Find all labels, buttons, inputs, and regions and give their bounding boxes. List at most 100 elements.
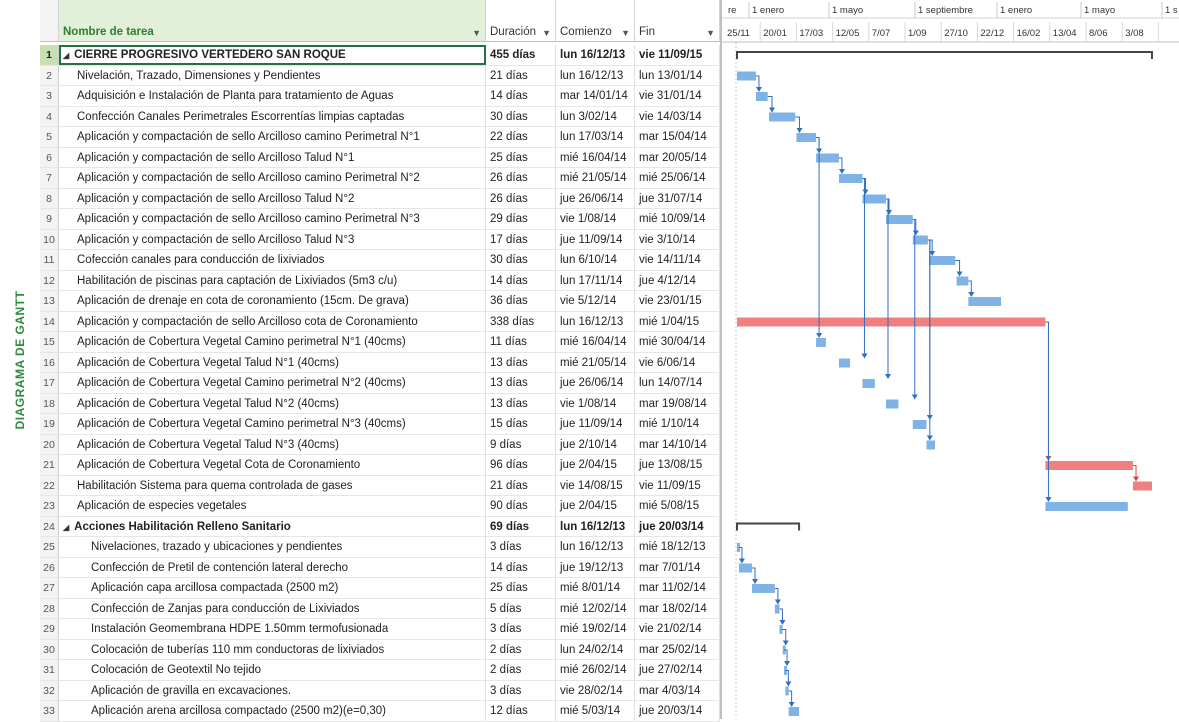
task-finish-cell[interactable]: mié 18/12/13 [635,537,720,557]
row-number[interactable]: 3 [40,86,59,106]
task-name-cell[interactable]: Confección Canales Perimetrales Escorren… [59,106,486,126]
task-duration-cell[interactable]: 22 días [486,127,556,147]
task-name-cell[interactable]: Adquisición e Instalación de Planta para… [59,86,486,106]
task-finish-cell[interactable]: mié 30/04/14 [635,332,720,352]
task-row[interactable]: 27 Aplicación capa arcillosa compactada (… [40,578,720,599]
task-finish-cell[interactable]: mar 25/02/14 [635,639,720,659]
row-number[interactable]: 26 [40,557,59,577]
task-name-cell[interactable]: ◢ CIERRE PROGRESIVO VERTEDERO SAN ROQUE [59,45,486,65]
row-number[interactable]: 28 [40,598,59,618]
task-name-cell[interactable]: Colocación de Geotextil No tejido [59,660,486,680]
task-finish-cell[interactable]: mar 15/04/14 [635,127,720,147]
dropdown-arrow-icon[interactable]: ▼ [706,28,715,38]
task-row[interactable]: 8 Aplicación y compactación de sello Arci… [40,188,720,209]
task-row[interactable]: 15 Aplicación de Cobertura Vegetal Camino… [40,332,720,353]
task-finish-cell[interactable]: vie 6/06/14 [635,352,720,372]
task-start-cell[interactable]: lun 6/10/14 [556,250,635,270]
task-start-cell[interactable]: mié 16/04/14 [556,147,635,167]
task-start-cell[interactable]: jue 26/06/14 [556,188,635,208]
task-name-cell[interactable]: Confección de Zanjas para conducción de … [59,598,486,618]
task-start-cell[interactable]: vie 28/02/14 [556,680,635,700]
task-duration-cell[interactable]: 3 días [486,537,556,557]
task-duration-cell[interactable]: 96 días [486,455,556,475]
task-row[interactable]: 30 Colocación de tuberías 110 mm conducto… [40,639,720,660]
dropdown-arrow-icon[interactable]: ▼ [542,28,551,38]
task-duration-cell[interactable]: 11 días [486,332,556,352]
task-duration-cell[interactable]: 2 días [486,639,556,659]
task-finish-cell[interactable]: jue 4/12/14 [635,270,720,290]
task-row[interactable]: 9 Aplicación y compactación de sello Arci… [40,209,720,230]
task-row[interactable]: 2 Nivelación, Trazado, Dimensiones y Pend… [40,65,720,86]
task-name-cell[interactable]: Habilitación Sistema para quema controla… [59,475,486,495]
task-finish-cell[interactable]: mar 11/02/14 [635,578,720,598]
task-finish-cell[interactable]: vie 11/09/15 [635,45,720,65]
row-number[interactable]: 33 [40,701,59,721]
task-finish-cell[interactable]: jue 13/08/15 [635,455,720,475]
column-header-duration[interactable]: Duración ▼ [486,0,556,42]
task-start-cell[interactable]: jue 2/04/15 [556,455,635,475]
select-all-corner[interactable] [40,0,59,42]
task-start-cell[interactable]: jue 2/04/15 [556,496,635,516]
row-number[interactable]: 1 [40,45,59,65]
task-duration-cell[interactable]: 3 días [486,680,556,700]
task-duration-cell[interactable]: 26 días [486,188,556,208]
task-row[interactable]: 19 Aplicación de Cobertura Vegetal Camino… [40,414,720,435]
task-start-cell[interactable]: lun 16/12/13 [556,45,635,65]
task-finish-cell[interactable]: mié 5/08/15 [635,496,720,516]
task-name-cell[interactable]: Aplicación y compactación de sello Arcil… [59,127,486,147]
task-start-cell[interactable]: mié 21/05/14 [556,168,635,188]
task-row[interactable]: 13 Aplicación de drenaje en cota de coron… [40,291,720,312]
row-number[interactable]: 23 [40,496,59,516]
task-start-cell[interactable]: jue 11/09/14 [556,414,635,434]
task-name-cell[interactable]: Cofección canales para conducción de lix… [59,250,486,270]
task-start-cell[interactable]: lun 17/03/14 [556,127,635,147]
task-duration-cell[interactable]: 25 días [486,578,556,598]
task-duration-cell[interactable]: 13 días [486,393,556,413]
task-finish-cell[interactable]: mié 1/10/14 [635,414,720,434]
task-row[interactable]: 28 Confección de Zanjas para conducción d… [40,598,720,619]
row-number[interactable]: 10 [40,229,59,249]
task-start-cell[interactable]: mar 14/01/14 [556,86,635,106]
task-start-cell[interactable]: jue 11/09/14 [556,229,635,249]
task-row[interactable]: 31 Colocación de Geotextil No tejido 2 día… [40,660,720,681]
task-start-cell[interactable]: vie 1/08/14 [556,393,635,413]
task-finish-cell[interactable]: mar 14/10/14 [635,434,720,454]
row-number[interactable]: 11 [40,250,59,270]
row-number[interactable]: 4 [40,106,59,126]
row-number[interactable]: 5 [40,127,59,147]
task-start-cell[interactable]: vie 5/12/14 [556,291,635,311]
task-start-cell[interactable]: mié 19/02/14 [556,619,635,639]
task-finish-cell[interactable]: lun 13/01/14 [635,65,720,85]
task-name-cell[interactable]: Confección de Pretil de contención later… [59,557,486,577]
row-number[interactable]: 31 [40,660,59,680]
task-row[interactable]: 10 Aplicación y compactación de sello Arc… [40,229,720,250]
task-row[interactable]: 3 Adquisición e Instalación de Planta par… [40,86,720,107]
task-start-cell[interactable]: lun 24/02/14 [556,639,635,659]
task-name-cell[interactable]: Aplicación arena arcillosa compactado (2… [59,701,486,721]
task-duration-cell[interactable]: 90 días [486,496,556,516]
dropdown-arrow-icon[interactable]: ▼ [472,28,481,38]
task-finish-cell[interactable]: mié 10/09/14 [635,209,720,229]
task-finish-cell[interactable]: lun 14/07/14 [635,373,720,393]
task-start-cell[interactable]: lun 16/12/13 [556,516,635,536]
task-name-cell[interactable]: Aplicación de Cobertura Vegetal Cota de … [59,455,486,475]
task-finish-cell[interactable]: vie 14/11/14 [635,250,720,270]
task-start-cell[interactable]: lun 3/02/14 [556,106,635,126]
task-duration-cell[interactable]: 9 días [486,434,556,454]
row-number[interactable]: 15 [40,332,59,352]
task-row[interactable]: 26 Confección de Pretil de contención lat… [40,557,720,578]
task-row[interactable]: 12 Habilitación de piscinas para captació… [40,270,720,291]
row-number[interactable]: 27 [40,578,59,598]
task-name-cell[interactable]: Nivelaciones, trazado y ubicaciones y pe… [59,537,486,557]
task-duration-cell[interactable]: 13 días [486,373,556,393]
row-number[interactable]: 17 [40,373,59,393]
task-finish-cell[interactable]: mar 7/01/14 [635,557,720,577]
task-duration-cell[interactable]: 25 días [486,147,556,167]
task-duration-cell[interactable]: 338 días [486,311,556,331]
task-start-cell[interactable]: mié 12/02/14 [556,598,635,618]
column-header-name[interactable]: Nombre de tarea ▼ [59,0,486,42]
task-name-cell[interactable]: Aplicación y compactación de sello Arcil… [59,209,486,229]
task-finish-cell[interactable]: jue 20/03/14 [635,516,720,536]
task-row[interactable]: 14 Aplicación y compactación de sello Arc… [40,311,720,332]
task-duration-cell[interactable]: 455 días [486,45,556,65]
